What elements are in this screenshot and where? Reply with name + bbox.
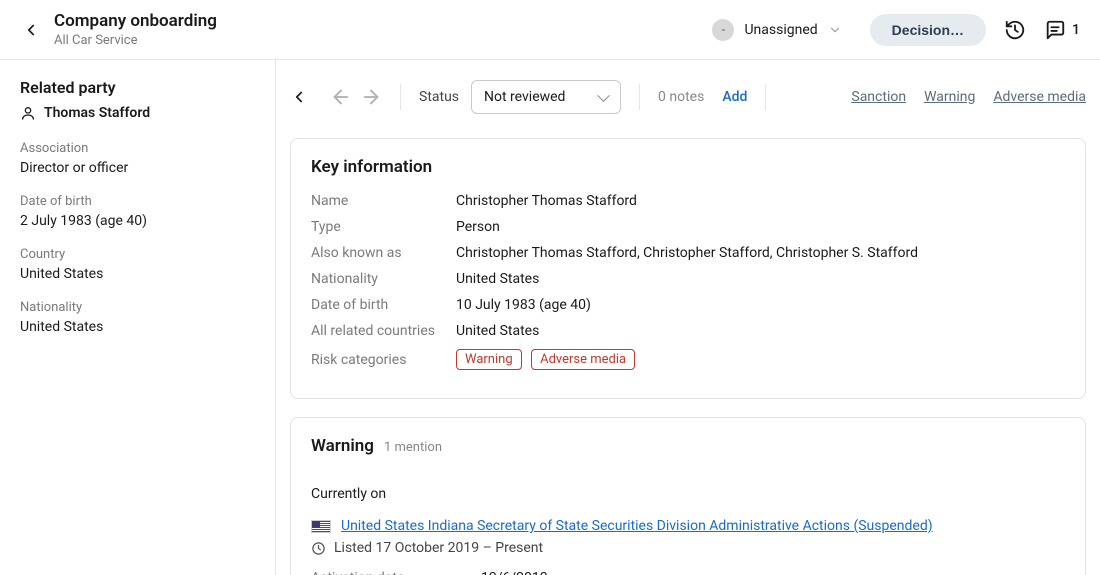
field-country: Country United States — [20, 247, 255, 282]
field-association: Association Director or officer — [20, 141, 255, 176]
status-label: Status — [419, 89, 459, 105]
field-value: United States — [20, 319, 255, 335]
field-label: Nationality — [20, 300, 255, 315]
back-button[interactable] — [22, 21, 40, 39]
history-icon[interactable] — [1004, 19, 1026, 41]
comment-count: 1 — [1072, 22, 1080, 38]
card-heading: Warning — [311, 436, 374, 456]
kv-key: All related countries — [311, 323, 456, 339]
clock-icon — [311, 541, 326, 556]
listed-text: Listed 17 October 2019 – Present — [334, 540, 543, 556]
comments-button[interactable]: 1 — [1044, 19, 1080, 41]
kv-value: 12/6/2010 — [481, 570, 1065, 575]
page-subtitle: All Car Service — [54, 33, 706, 48]
next-button[interactable] — [360, 86, 382, 108]
anchor-sanction[interactable]: Sanction — [851, 89, 906, 105]
currently-on-label: Currently on — [311, 486, 1065, 502]
us-flag-icon — [311, 520, 331, 533]
warning-card: Warning 1 mention Currently on United St… — [290, 417, 1086, 575]
notes-count: 0 notes — [658, 89, 704, 105]
field-nationality: Nationality United States — [20, 300, 255, 335]
source-link[interactable]: United States Indiana Secretary of State… — [341, 518, 933, 534]
nav-back-button[interactable] — [290, 88, 308, 106]
kv-row: NameChristopher Thomas Stafford — [311, 193, 1065, 209]
comment-icon — [1044, 19, 1066, 41]
risk-badge-warning: Warning — [456, 349, 522, 370]
field-value: Director or officer — [20, 160, 255, 176]
kv-row: All related countriesUnited States — [311, 323, 1065, 339]
kv-key: Nationality — [311, 271, 456, 287]
risk-badge-adverse-media: Adverse media — [531, 349, 635, 370]
field-label: Association — [20, 141, 255, 156]
kv-key: Also known as — [311, 245, 456, 261]
breadcrumb: Company onboarding All Car Service — [54, 11, 706, 48]
kv-row: Also known asChristopher Thomas Stafford… — [311, 245, 1065, 261]
kv-value: 10 July 1983 (age 40) — [456, 297, 1065, 313]
kv-key: Activation date — [311, 570, 481, 575]
kv-key: Type — [311, 219, 456, 235]
kv-value: United States — [456, 271, 1065, 287]
mention-count: 1 mention — [384, 440, 442, 455]
field-value: 2 July 1983 (age 40) — [20, 213, 255, 229]
add-note-button[interactable]: Add — [722, 89, 747, 105]
page-title: Company onboarding — [54, 11, 706, 31]
assignee-label: Unassigned — [744, 22, 817, 38]
assignee-selector[interactable]: - Unassigned — [706, 14, 851, 46]
status-value: Not reviewed — [484, 89, 565, 105]
kv-value: Person — [456, 219, 1065, 235]
key-information-card: Key information NameChristopher Thomas S… — [290, 138, 1086, 399]
sidebar-heading: Related party — [20, 78, 255, 97]
decision-button[interactable]: Decision… — [870, 14, 986, 46]
kv-row-risk: Risk categories Warning Adverse media — [311, 349, 1065, 370]
field-label: Country — [20, 247, 255, 262]
anchor-warning[interactable]: Warning — [924, 89, 975, 105]
prev-button[interactable] — [330, 86, 352, 108]
kv-key: Risk categories — [311, 352, 456, 368]
kv-value: United States — [456, 323, 1065, 339]
kv-row: Date of birth10 July 1983 (age 40) — [311, 297, 1065, 313]
avatar: - — [712, 19, 734, 41]
person-icon — [20, 105, 36, 121]
kv-key: Date of birth — [311, 297, 456, 313]
kv-key: Name — [311, 193, 456, 209]
card-heading: Key information — [311, 157, 1065, 177]
related-party-person: Thomas Stafford — [20, 105, 255, 121]
field-label: Date of birth — [20, 194, 255, 209]
field-value: United States — [20, 266, 255, 282]
kv-row: TypePerson — [311, 219, 1065, 235]
kv-value: Christopher Thomas Stafford, Christopher… — [456, 245, 1065, 261]
anchor-adverse-media[interactable]: Adverse media — [993, 89, 1086, 105]
kv-value: Christopher Thomas Stafford — [456, 193, 1065, 209]
status-select[interactable]: Not reviewed — [471, 80, 621, 114]
person-name: Thomas Stafford — [44, 105, 150, 121]
kv-row: Activation date12/6/2010 — [311, 570, 1065, 575]
kv-row: NationalityUnited States — [311, 271, 1065, 287]
divider — [765, 84, 766, 110]
chevron-down-icon — [828, 23, 842, 37]
field-dob: Date of birth 2 July 1983 (age 40) — [20, 194, 255, 229]
